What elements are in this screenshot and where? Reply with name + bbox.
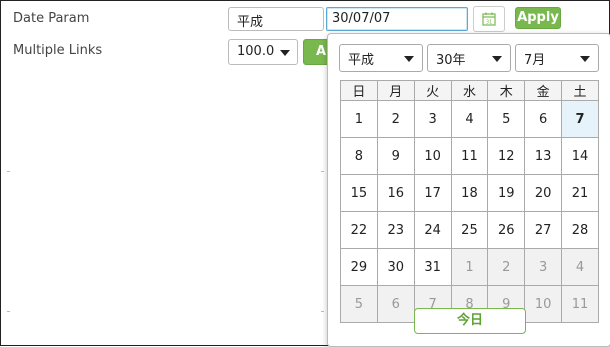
calendar-button[interactable]: 31	[473, 6, 505, 32]
calendar-day[interactable]: 5	[487, 100, 526, 138]
calendar-icon: 31	[482, 12, 496, 26]
links-select[interactable]: 100.0	[228, 39, 298, 65]
calendar-day[interactable]: 18	[450, 174, 489, 212]
calendar-day[interactable]: 29	[340, 248, 378, 286]
month-select[interactable]: 7月	[515, 44, 599, 72]
calendar-day[interactable]: 28	[561, 211, 599, 249]
date-param-label: Date Param	[13, 11, 90, 26]
chevron-down-icon	[404, 56, 414, 62]
year-select-value: 30年	[436, 53, 466, 68]
calendar-week-row: 29 30 31 1 2 3 4	[340, 248, 599, 286]
calendar-day[interactable]: 13	[524, 137, 563, 175]
calendar-week-row: 15 16 17 18 19 20 21	[340, 174, 599, 212]
calendar-day[interactable]: 24	[413, 211, 452, 249]
calendar-day[interactable]: 4	[450, 100, 489, 138]
today-button[interactable]: 今日	[414, 308, 526, 334]
chevron-down-icon	[280, 50, 290, 56]
calendar-week-row: 22 23 24 25 26 27 28	[340, 211, 599, 249]
calendar-day[interactable]: 26	[487, 211, 526, 249]
calendar-day-other-month[interactable]: 2	[487, 248, 526, 286]
weekday-header: 金	[524, 80, 563, 101]
calendar-day[interactable]: 2	[376, 100, 415, 138]
era-select[interactable]: 平成	[339, 44, 423, 72]
calendar-day[interactable]: 25	[450, 211, 489, 249]
weekday-header: 日	[340, 80, 378, 101]
calendar-day[interactable]: 31	[413, 248, 452, 286]
calendar-day-other-month[interactable]: 1	[450, 248, 489, 286]
calendar-day[interactable]: 8	[340, 137, 378, 175]
date-input[interactable]: 30/07/07	[326, 7, 468, 31]
calendar-day[interactable]: 6	[524, 100, 563, 138]
calendar-day[interactable]: 27	[524, 211, 563, 249]
chevron-down-icon	[492, 56, 502, 62]
calendar-day-other-month[interactable]: 11	[561, 285, 599, 323]
calendar-day[interactable]: 15	[340, 174, 378, 212]
grid-tick	[321, 311, 324, 312]
calendar-day[interactable]: 16	[376, 174, 415, 212]
calendar-day-selected[interactable]: 7	[561, 100, 599, 138]
calendar-day[interactable]: 11	[450, 137, 489, 175]
calendar-body: 1 2 3 4 5 6 7 8 9 10 11 12 13 14 15 16 17 18 19 20 21 22 23 24 2…	[340, 100, 599, 323]
calendar-day[interactable]: 10	[413, 137, 452, 175]
grid-tick	[321, 171, 324, 172]
calendar-week-row: 1234567	[340, 100, 599, 138]
calendar-day[interactable]: 3	[413, 100, 452, 138]
year-select[interactable]: 30年	[427, 44, 511, 72]
month-select-value: 7月	[524, 53, 546, 68]
calendar-day[interactable]: 17	[413, 174, 452, 212]
weekday-header: 木	[487, 80, 526, 101]
calendar-week-row: 8 9 10 11 12 13 14	[340, 137, 599, 175]
calendar-day[interactable]: 14	[561, 137, 599, 175]
weekday-header: 月	[376, 80, 415, 101]
era-field[interactable]: 平成	[228, 7, 324, 31]
calendar-day-other-month[interactable]: 3	[524, 248, 563, 286]
weekday-header-row: 日月火水木金土	[340, 80, 599, 101]
calendar-day-other-month[interactable]: 4	[561, 248, 599, 286]
weekday-header: 土	[561, 80, 599, 101]
calendar-day-other-month[interactable]: 10	[524, 285, 563, 323]
datepicker-popup: 平成 30年 7月 日月火水木金土 1 2 3 4 5 6 7 8 9 10 11 12 13 14 15 1…	[327, 33, 610, 347]
era-select-value: 平成	[348, 53, 375, 68]
app-frame: Date Param Multiple Links 平成 30/07/07 31…	[0, 0, 610, 347]
grid-tick	[7, 171, 10, 172]
links-select-value: 100.0	[237, 44, 275, 59]
calendar-day[interactable]: 30	[376, 248, 415, 286]
apply-button[interactable]: Apply	[515, 7, 561, 29]
calendar-day[interactable]: 23	[376, 211, 415, 249]
calendar-day[interactable]: 21	[561, 174, 599, 212]
calendar-grid: 日月火水木金土 1 2 3 4 5 6 7 8 9 10 11 12 13 14 15 16 17 18 19 20 2…	[340, 80, 599, 323]
calendar-day[interactable]: 9	[376, 137, 415, 175]
chevron-down-icon	[580, 56, 590, 62]
weekday-header: 水	[450, 80, 489, 101]
calendar-day[interactable]: 12	[487, 137, 526, 175]
calendar-day[interactable]: 1	[340, 100, 378, 138]
calendar-day[interactable]: 20	[524, 174, 563, 212]
calendar-day-other-month[interactable]: 6	[376, 285, 415, 323]
grid-tick	[7, 311, 10, 312]
weekday-header: 火	[413, 80, 452, 101]
calendar-day-other-month[interactable]: 5	[340, 285, 378, 323]
svg-text:31: 31	[486, 20, 492, 26]
multiple-links-label: Multiple Links	[13, 43, 103, 58]
calendar-day[interactable]: 19	[487, 174, 526, 212]
calendar-day[interactable]: 22	[340, 211, 378, 249]
